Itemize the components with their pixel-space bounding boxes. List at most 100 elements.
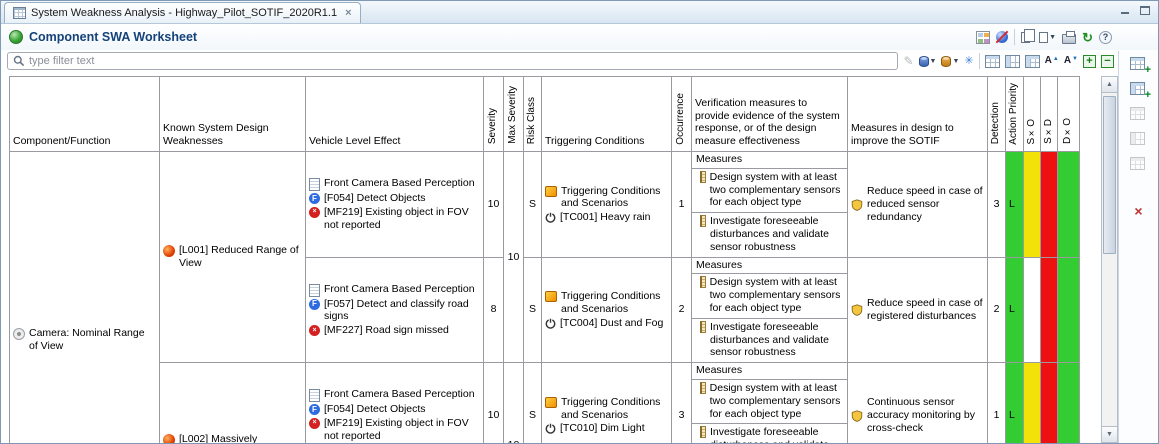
severity-cell[interactable]: 10 xyxy=(484,363,504,443)
weakness-cell[interactable]: [L002] Massively Reduced Range of View xyxy=(160,363,306,443)
verification-measure-item[interactable]: Investigate foreseeable disturbances and… xyxy=(692,319,847,362)
triggering-cell[interactable]: Triggering Conditions and Scenarios [TC0… xyxy=(542,257,672,363)
perception-icon xyxy=(309,178,320,191)
verification-cell[interactable]: Measures Design system with at least two… xyxy=(692,257,848,363)
detection-cell[interactable]: 3 xyxy=(988,152,1006,258)
sxo-cell[interactable] xyxy=(1024,257,1041,363)
malfunction-icon xyxy=(309,418,320,429)
font-increase-icon[interactable]: A▲ xyxy=(1045,56,1059,66)
scroll-down-button[interactable] xyxy=(1102,426,1117,442)
verification-measure-item[interactable]: Design system with at least two compleme… xyxy=(692,380,847,424)
insert-child-row-icon[interactable] xyxy=(1130,132,1147,146)
collapse-all-icon[interactable]: − xyxy=(1101,55,1114,68)
print-icon[interactable] xyxy=(1062,34,1076,44)
verification-measure-item[interactable]: Investigate foreseeable disturbances and… xyxy=(692,213,847,256)
vehicle-effect-cell[interactable]: Front Camera Based Perception [F054] Det… xyxy=(306,363,484,443)
triggering-cell[interactable]: Triggering Conditions and Scenarios [TC0… xyxy=(542,363,672,443)
verification-measure-label: Design system with at least two compleme… xyxy=(710,276,844,314)
design-measure-cell[interactable]: Reduce speed in case of registered distu… xyxy=(848,257,988,363)
col-header-detection: Detection xyxy=(988,77,1006,152)
triggering-conditions-icon xyxy=(545,186,557,197)
risk-class-cell[interactable]: S xyxy=(524,152,542,258)
risk-class-cell[interactable]: S xyxy=(524,257,542,363)
component-cell[interactable]: Camera: Nominal Range of View xyxy=(10,152,160,444)
sxd-cell[interactable] xyxy=(1041,152,1058,258)
maximize-icon[interactable] xyxy=(1140,6,1150,15)
filter-input-wrapper[interactable] xyxy=(7,52,898,70)
freeze-column-icon[interactable] xyxy=(1005,55,1020,68)
scrollbar-thumb[interactable] xyxy=(1103,96,1116,254)
weakness-cell[interactable]: [L001] Reduced Range of View xyxy=(160,152,306,363)
database-orange-dropdown-icon[interactable] xyxy=(941,56,959,67)
export-dropdown-icon[interactable] xyxy=(1039,32,1056,43)
dxo-cell[interactable] xyxy=(1058,152,1080,258)
dxo-cell[interactable] xyxy=(1058,257,1080,363)
triggering-condition-label: [TC001] Heavy rain xyxy=(560,211,668,224)
action-priority-cell[interactable]: L xyxy=(1006,363,1024,443)
font-decrease-icon[interactable]: A▼ xyxy=(1064,56,1078,66)
component-label: Camera: Nominal Range of View xyxy=(29,327,156,353)
action-priority-cell[interactable]: L xyxy=(1006,152,1024,258)
occurrence-cell[interactable]: 1 xyxy=(672,152,692,258)
severity-cell[interactable]: 10 xyxy=(484,152,504,258)
max-severity-cell[interactable]: 10 xyxy=(504,363,524,443)
sxd-cell[interactable] xyxy=(1041,257,1058,363)
sxo-cell[interactable] xyxy=(1024,152,1041,258)
verification-cell[interactable]: Measures Design system with at least two… xyxy=(692,363,848,443)
view-layout-icon[interactable] xyxy=(976,31,990,44)
occurrence-cell[interactable]: 2 xyxy=(672,257,692,363)
measure-icon xyxy=(700,382,706,394)
insert-row-icon[interactable] xyxy=(1130,107,1147,121)
minimize-icon[interactable] xyxy=(1120,6,1130,15)
function-icon xyxy=(309,193,320,204)
triggering-cell[interactable]: Triggering Conditions and Scenarios [TC0… xyxy=(542,152,672,258)
measures-header: Measures xyxy=(692,258,847,275)
table-icon xyxy=(1130,107,1145,120)
dxo-cell[interactable] xyxy=(1058,363,1080,443)
delete-row-icon[interactable] xyxy=(1134,204,1142,218)
detection-cell[interactable]: 1 xyxy=(988,363,1006,443)
component-icon xyxy=(13,328,25,340)
vehicle-effect-cell[interactable]: Front Camera Based Perception [F057] Det… xyxy=(306,257,484,363)
freeze-panes-icon[interactable] xyxy=(1025,55,1040,68)
occurrence-cell[interactable]: 3 xyxy=(672,363,692,443)
malfunction-icon xyxy=(309,207,320,218)
vehicle-effect-cell[interactable]: Front Camera Based Perception [F054] Det… xyxy=(306,152,484,258)
design-measure-cell[interactable]: Reduce speed in case of reduced sensor r… xyxy=(848,152,988,258)
perception-icon xyxy=(309,284,320,297)
verification-cell[interactable]: Measures Design system with at least two… xyxy=(692,152,848,258)
editor-tab[interactable]: System Weakness Analysis - Highway_Pilot… xyxy=(4,2,361,23)
side-toolbar xyxy=(1118,51,1158,443)
help-icon[interactable] xyxy=(1099,31,1112,44)
expand-all-icon[interactable]: + xyxy=(1083,55,1096,68)
filter-input[interactable] xyxy=(29,55,892,67)
edit-icon[interactable] xyxy=(903,55,913,67)
tab-close-icon[interactable] xyxy=(345,8,351,19)
refresh-icon[interactable] xyxy=(1082,31,1093,44)
duplicate-row-icon[interactable] xyxy=(1130,157,1147,171)
sxd-cell[interactable] xyxy=(1041,363,1058,443)
verification-measure-item[interactable]: Investigate foreseeable disturbances and… xyxy=(692,424,847,443)
verification-measure-item[interactable]: Design system with at least two compleme… xyxy=(692,274,847,318)
database-blue-dropdown-icon[interactable] xyxy=(919,56,937,67)
malfunction-icon xyxy=(309,325,320,336)
effects-icon[interactable] xyxy=(964,56,973,67)
copy-icon[interactable] xyxy=(1021,32,1030,43)
action-priority-cell[interactable]: L xyxy=(1006,257,1024,363)
vertical-scrollbar[interactable] xyxy=(1101,76,1118,443)
severity-cell[interactable]: 8 xyxy=(484,257,504,363)
verification-measure-item[interactable]: Design system with at least two compleme… xyxy=(692,169,847,213)
add-nested-row-icon[interactable] xyxy=(1130,82,1147,96)
toolbar-separator xyxy=(979,53,980,69)
risk-class-cell[interactable]: S xyxy=(524,363,542,443)
detection-cell[interactable]: 2 xyxy=(988,257,1006,363)
design-measure-cell[interactable]: Continuous sensor accuracy monitoring by… xyxy=(848,363,988,443)
sxo-cell[interactable] xyxy=(1024,363,1041,443)
design-measure-label: Reduce speed in case of registered distu… xyxy=(867,297,984,323)
scroll-up-button[interactable] xyxy=(1102,77,1117,93)
function-icon xyxy=(309,299,320,310)
add-row-icon[interactable] xyxy=(1130,57,1147,71)
max-severity-cell[interactable]: 10 xyxy=(504,152,524,363)
freeze-header-icon[interactable] xyxy=(985,55,1000,68)
hide-filter-icon[interactable] xyxy=(996,31,1008,43)
